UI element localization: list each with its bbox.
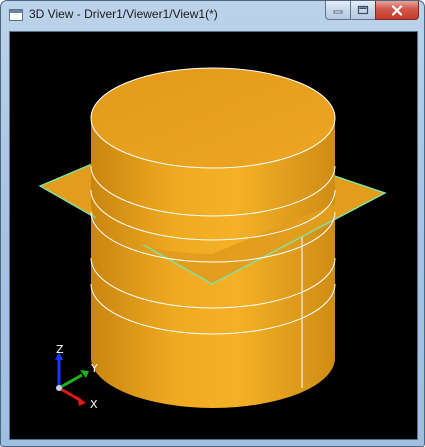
triad-origin: [56, 385, 62, 391]
restore-icon: [357, 5, 369, 15]
maximize-button[interactable]: [350, 1, 376, 20]
window-title: 3D View - Driver1/Viewer1/View1(*): [29, 7, 218, 21]
close-button[interactable]: [375, 1, 419, 20]
cylinder-top-face[interactable]: [90, 67, 336, 169]
window-icon[interactable]: [9, 9, 23, 21]
3d-viewport[interactable]: Z Y X: [9, 31, 418, 440]
caption-buttons: [325, 1, 419, 21]
y-axis-arrow: [58, 373, 83, 390]
minimize-button[interactable]: [325, 1, 351, 20]
viewer-window: 3D View - Driver1/Viewer1/View1(*) Z Y X: [0, 0, 425, 447]
x-axis-label: X: [90, 398, 98, 411]
x-axis-arrowhead: [77, 396, 86, 406]
z-axis-label: Z: [56, 343, 64, 356]
x-axis-arrow: [58, 386, 81, 402]
close-icon: [391, 4, 403, 16]
model-scene[interactable]: Z Y X: [10, 32, 417, 439]
title-bar[interactable]: 3D View - Driver1/Viewer1/View1(*): [1, 1, 424, 31]
y-axis-label: Y: [90, 362, 98, 375]
minimize-icon: [333, 10, 343, 14]
